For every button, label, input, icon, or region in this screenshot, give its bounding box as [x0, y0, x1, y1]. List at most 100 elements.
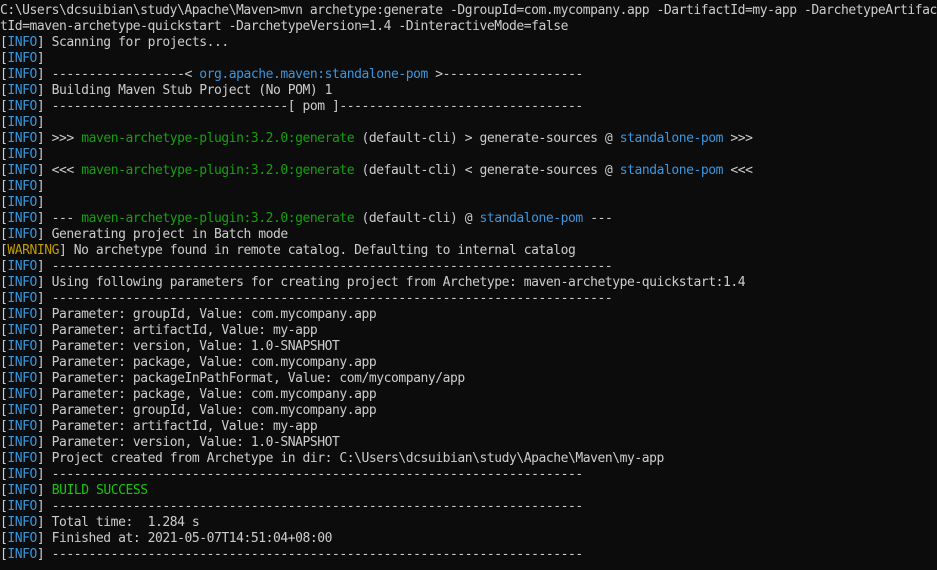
log-text: >-------------------	[427, 67, 583, 82]
log-line: [INFO]	[0, 51, 937, 67]
info-tag: INFO	[7, 147, 37, 162]
log-text: <<<	[722, 163, 753, 178]
info-tag: INFO	[7, 131, 37, 146]
log-line: [INFO] Parameter: groupId, Value: com.my…	[0, 307, 937, 323]
log-line: [INFO] ---------------------------------…	[0, 259, 937, 275]
log-line: [INFO] ---------------------------------…	[0, 291, 937, 307]
log-text: maven-archetype-plugin:3.2.0:generate	[81, 131, 355, 146]
info-tag: INFO	[7, 387, 37, 402]
log-line: [INFO] Project created from Archetype in…	[0, 451, 937, 467]
log-line: [INFO] Finished at: 2021-05-07T14:51:04+…	[0, 531, 937, 547]
log-text: Generating project in Batch mode	[44, 227, 289, 242]
console-output: [INFO] Scanning for projects... [INFO] [IN…	[0, 35, 937, 563]
log-text: Parameter: version, Value: 1.0-SNAPSHOT	[44, 435, 340, 450]
terminal-window[interactable]: C:\Users\dcsuibian\study\Apache\Maven>mv…	[0, 0, 937, 570]
log-text: org.apache.maven:standalone-pom	[199, 67, 428, 82]
info-tag: INFO	[7, 531, 37, 546]
log-text: Parameter: groupId, Value: com.mycompany…	[44, 403, 377, 418]
log-text: >>>	[722, 131, 753, 146]
log-text: ---	[44, 211, 82, 226]
log-text: Parameter: package, Value: com.mycompany…	[44, 387, 377, 402]
info-tag: INFO	[7, 83, 37, 98]
log-line: [INFO] <<< maven-archetype-plugin:3.2.0:…	[0, 163, 937, 179]
log-text: Parameter: groupId, Value: com.mycompany…	[44, 307, 377, 322]
info-tag: INFO	[7, 323, 37, 338]
log-line: [WARNING] No archetype found in remote c…	[0, 243, 937, 259]
command-line: C:\Users\dcsuibian\study\Apache\Maven>mv…	[0, 3, 937, 34]
log-line: [INFO] Parameter: version, Value: 1.0-SN…	[0, 435, 937, 451]
log-text: ----------------------------------------…	[44, 467, 584, 482]
log-line: [INFO] Parameter: package, Value: com.my…	[0, 355, 937, 371]
info-tag: INFO	[7, 211, 37, 226]
log-text: BUILD SUCCESS	[51, 483, 148, 498]
log-text: standalone-pom	[619, 163, 724, 178]
log-line: [INFO]	[0, 195, 937, 211]
log-line: [INFO] BUILD SUCCESS	[0, 483, 937, 499]
log-text: No archetype found in remote catalog. De…	[66, 243, 576, 258]
bracket: ]	[36, 147, 45, 162]
info-tag: INFO	[7, 227, 37, 242]
info-tag: INFO	[7, 99, 37, 114]
info-tag: INFO	[7, 451, 37, 466]
info-tag: INFO	[7, 275, 37, 290]
info-tag: INFO	[7, 467, 37, 482]
log-line: [INFO] Scanning for projects...	[0, 35, 937, 51]
log-line: [INFO]	[0, 115, 937, 131]
info-tag: INFO	[7, 291, 37, 306]
bracket: ]	[36, 115, 45, 130]
log-text: Parameter: artifactId, Value: my-app	[44, 419, 318, 434]
log-line: [INFO] Generating project in Batch mode	[0, 227, 937, 243]
info-tag: INFO	[7, 51, 37, 66]
log-line: [INFO] ---------------------------------…	[0, 499, 937, 515]
log-text: ----------------------------------------…	[44, 499, 584, 514]
log-text: Finished at: 2021-05-07T14:51:04+08:00	[44, 531, 333, 546]
log-line: [INFO] Using following parameters for cr…	[0, 275, 937, 291]
log-line: [INFO] ---------------------------------…	[0, 467, 937, 483]
log-line: [INFO] Parameter: version, Value: 1.0-SN…	[0, 339, 937, 355]
log-text: standalone-pom	[479, 211, 584, 226]
info-tag: INFO	[7, 499, 37, 514]
log-text: Parameter: package, Value: com.mycompany…	[44, 355, 377, 370]
log-line: [INFO] ---------------------------------…	[0, 547, 937, 563]
info-tag: INFO	[7, 355, 37, 370]
log-text: ---	[582, 211, 613, 226]
log-text: ------------------<	[44, 67, 200, 82]
log-text: >>>	[44, 131, 82, 146]
log-text: Total time: 1.284 s	[44, 515, 200, 530]
info-tag: INFO	[7, 547, 37, 562]
info-tag: INFO	[7, 371, 37, 386]
log-line: [INFO] ------------------< org.apache.ma…	[0, 67, 937, 83]
log-text: standalone-pom	[619, 131, 724, 146]
log-text: Building Maven Stub Project (No POM) 1	[44, 83, 333, 98]
info-tag: INFO	[7, 67, 37, 82]
info-tag: INFO	[7, 435, 37, 450]
log-text: Parameter: packageInPathFormat, Value: c…	[44, 371, 466, 386]
info-tag: INFO	[7, 195, 37, 210]
log-text: Using following parameters for creating …	[44, 275, 746, 290]
log-text: --------------------------------[ pom ]-…	[44, 99, 584, 114]
log-line: [INFO] --------------------------------[…	[0, 99, 937, 115]
info-tag: INFO	[7, 35, 37, 50]
log-text: <<<	[44, 163, 82, 178]
bracket: ]	[36, 51, 45, 66]
log-line: [INFO] Parameter: packageInPathFormat, V…	[0, 371, 937, 387]
log-text: ----------------------------------------…	[44, 291, 613, 306]
log-text: (default-cli) < generate-sources @	[354, 163, 620, 178]
log-line: [INFO] Parameter: artifactId, Value: my-…	[0, 323, 937, 339]
log-text: ----------------------------------------…	[44, 547, 584, 562]
info-tag: INFO	[7, 179, 37, 194]
log-text: Scanning for projects...	[44, 35, 229, 50]
log-line: [INFO] Building Maven Stub Project (No P…	[0, 83, 937, 99]
info-tag: INFO	[7, 419, 37, 434]
bracket: ]	[36, 195, 45, 210]
info-tag: INFO	[7, 163, 37, 178]
log-text: maven-archetype-plugin:3.2.0:generate	[81, 211, 355, 226]
log-line: [INFO] Total time: 1.284 s	[0, 515, 937, 531]
log-line: [INFO] Parameter: package, Value: com.my…	[0, 387, 937, 403]
log-text: (default-cli) > generate-sources @	[354, 131, 620, 146]
info-tag: INFO	[7, 403, 37, 418]
info-tag: INFO	[7, 115, 37, 130]
log-line: [INFO]	[0, 147, 937, 163]
log-line: [INFO]	[0, 179, 937, 195]
log-text: maven-archetype-plugin:3.2.0:generate	[81, 163, 355, 178]
